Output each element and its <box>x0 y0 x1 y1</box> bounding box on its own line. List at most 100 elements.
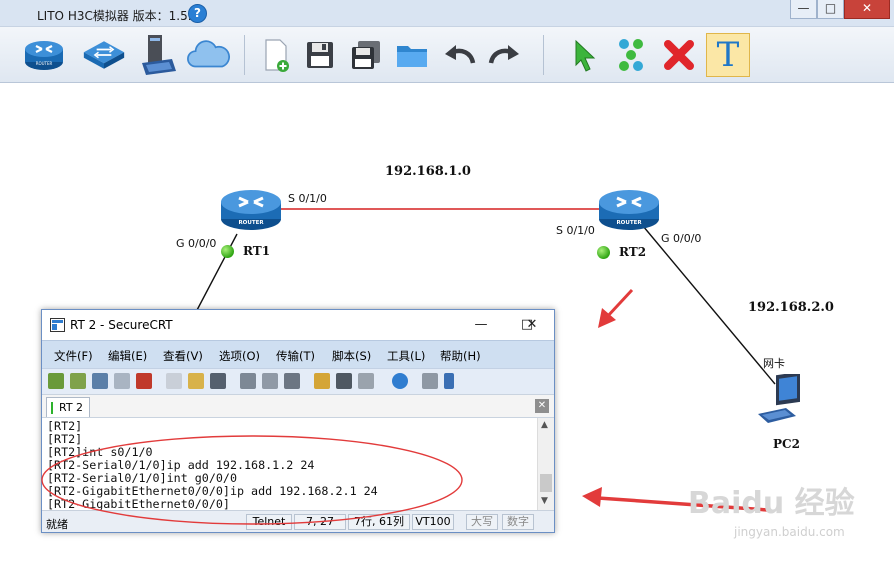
terminal-line: [RT2-GigabitEthernet0/0/0] <box>47 497 230 511</box>
pc-tool-button[interactable] <box>136 33 180 77</box>
tab-label: RT 2 <box>59 401 84 414</box>
link-icon <box>619 39 643 71</box>
router-icon[interactable]: ROUTER <box>219 186 283 236</box>
securecrt-titlebar[interactable]: RT 2 - SecureCRT — □ ✕ <box>42 310 554 340</box>
toolbar-overflow-icon[interactable] <box>444 373 454 389</box>
undo-icon <box>445 45 476 64</box>
save-as-icon <box>352 41 380 69</box>
toolbar-separator <box>543 35 544 75</box>
session-options-icon[interactable] <box>314 373 330 389</box>
minimize-button[interactable]: — <box>790 0 817 19</box>
status-cursor: 7, 27 <box>294 514 346 530</box>
delete-tool-button[interactable] <box>657 33 701 77</box>
connect-tab-icon[interactable] <box>92 373 108 389</box>
terminal-scrollbar[interactable]: ▲ ▼ <box>537 418 554 510</box>
status-protocol: Telnet <box>246 514 292 530</box>
save-button[interactable] <box>298 33 342 77</box>
tab-connected-indicator <box>51 402 53 414</box>
print-setup-icon[interactable] <box>262 373 278 389</box>
pc-icon[interactable] <box>756 374 808 426</box>
menu-tools[interactable]: 工具(L) <box>387 348 425 364</box>
rt1-serial-interface-label: S 0/1/0 <box>288 192 327 205</box>
baidu-watermark-url: jingyan.baidu.com <box>734 525 845 539</box>
status-num: 数字 <box>502 514 534 530</box>
switch-tool-button[interactable] <box>82 33 126 77</box>
cloud-icon <box>187 40 230 68</box>
close-button[interactable]: ✕ <box>844 0 890 19</box>
switch-icon <box>83 41 125 69</box>
pc2-nic-label: 网卡 <box>763 357 785 370</box>
new-file-icon <box>265 39 289 72</box>
securecrt-minimize-button[interactable]: — <box>469 315 493 335</box>
connect-icon[interactable] <box>48 373 64 389</box>
save-icon <box>307 42 333 68</box>
scroll-down-icon[interactable]: ▼ <box>541 496 548 506</box>
menu-file[interactable]: 文件(F) <box>54 348 93 364</box>
securecrt-close-button[interactable]: ✕ <box>520 315 544 335</box>
disconnect-icon[interactable] <box>136 373 152 389</box>
serial-network-label: 192.168.1.0 <box>385 164 471 179</box>
pc-icon <box>142 35 176 75</box>
tab-rt2[interactable]: RT 2 <box>46 397 90 417</box>
main-toolbar: ROUTER T <box>0 27 894 83</box>
router-tool-button[interactable]: ROUTER <box>22 33 66 77</box>
paste-icon[interactable] <box>188 373 204 389</box>
status-ready: 就绪 <box>46 518 68 531</box>
rt1-label: RT1 <box>243 244 271 258</box>
menu-edit[interactable]: 编辑(E) <box>108 348 147 364</box>
terminal-output[interactable]: [RT2] [RT2] [RT2]int s0/1/0 [RT2-Serial0… <box>42 418 537 510</box>
pointer-icon <box>575 39 596 72</box>
rt2-serial-interface-label: S 0/1/0 <box>556 224 595 237</box>
undo-button[interactable] <box>437 33 481 77</box>
copy-icon[interactable] <box>166 373 182 389</box>
menu-script[interactable]: 脚本(S) <box>332 348 371 364</box>
cloud-tool-button[interactable] <box>186 33 230 77</box>
reconnect-icon[interactable] <box>114 373 130 389</box>
status-size: 7行, 61列 <box>348 514 410 530</box>
help-icon[interactable]: ? <box>188 4 207 23</box>
global-options-icon[interactable] <box>336 373 352 389</box>
svg-text:ROUTER: ROUTER <box>36 61 53 66</box>
maximize-button[interactable]: □ <box>817 0 844 19</box>
router-icon: ROUTER <box>25 41 63 70</box>
app-titlebar: LITO H3C模拟器 版本：1.5.2 ? — □ ✕ <box>0 0 894 27</box>
rt2-gig-interface-label: G 0/0/0 <box>661 232 702 245</box>
rt1-status-indicator <box>221 245 234 258</box>
securecrt-tabbar: RT 2 ✕ <box>42 394 554 418</box>
securecrt-toolbar <box>42 368 554 394</box>
text-icon: T <box>716 35 740 75</box>
help-icon[interactable] <box>392 373 408 389</box>
keyboard-icon[interactable] <box>422 373 438 389</box>
quick-connect-icon[interactable] <box>70 373 86 389</box>
redo-button[interactable] <box>483 33 527 77</box>
select-tool-button[interactable] <box>563 33 607 77</box>
status-emulation: VT100 <box>412 514 454 530</box>
text-tool-button[interactable]: T <box>706 33 750 77</box>
delete-icon <box>664 40 694 70</box>
find-icon[interactable] <box>210 373 226 389</box>
securecrt-menubar: 文件(F) 编辑(E) 查看(V) 选项(O) 传输(T) 脚本(S) 工具(L… <box>42 340 554 368</box>
keymap-icon[interactable] <box>358 373 374 389</box>
securecrt-window[interactable]: RT 2 - SecureCRT — □ ✕ 文件(F) 编辑(E) 查看(V)… <box>41 309 555 533</box>
rt1-gig-interface-label: G 0/0/0 <box>176 237 217 250</box>
router-icon[interactable]: ROUTER <box>597 186 661 236</box>
new-file-button[interactable] <box>254 33 298 77</box>
securecrt-app-icon <box>50 318 65 332</box>
print-preview-icon[interactable] <box>240 373 256 389</box>
baidu-watermark: Baidu 经验 <box>688 486 855 521</box>
scroll-thumb[interactable] <box>540 474 552 492</box>
securecrt-title: RT 2 - SecureCRT <box>70 318 173 332</box>
pc2-label: PC2 <box>773 437 800 451</box>
connect-tool-button[interactable] <box>609 33 653 77</box>
menu-options[interactable]: 选项(O) <box>219 348 260 364</box>
annotation-arrow <box>598 288 634 328</box>
menu-view[interactable]: 查看(V) <box>163 348 203 364</box>
save-as-button[interactable] <box>344 33 388 77</box>
open-folder-button[interactable] <box>390 33 434 77</box>
scroll-up-icon[interactable]: ▲ <box>541 420 548 430</box>
menu-help[interactable]: 帮助(H) <box>440 348 481 364</box>
menu-transfer[interactable]: 传输(T) <box>276 348 315 364</box>
status-caps: 大写 <box>466 514 498 530</box>
print-icon[interactable] <box>284 373 300 389</box>
close-tab-icon[interactable]: ✕ <box>535 399 549 413</box>
